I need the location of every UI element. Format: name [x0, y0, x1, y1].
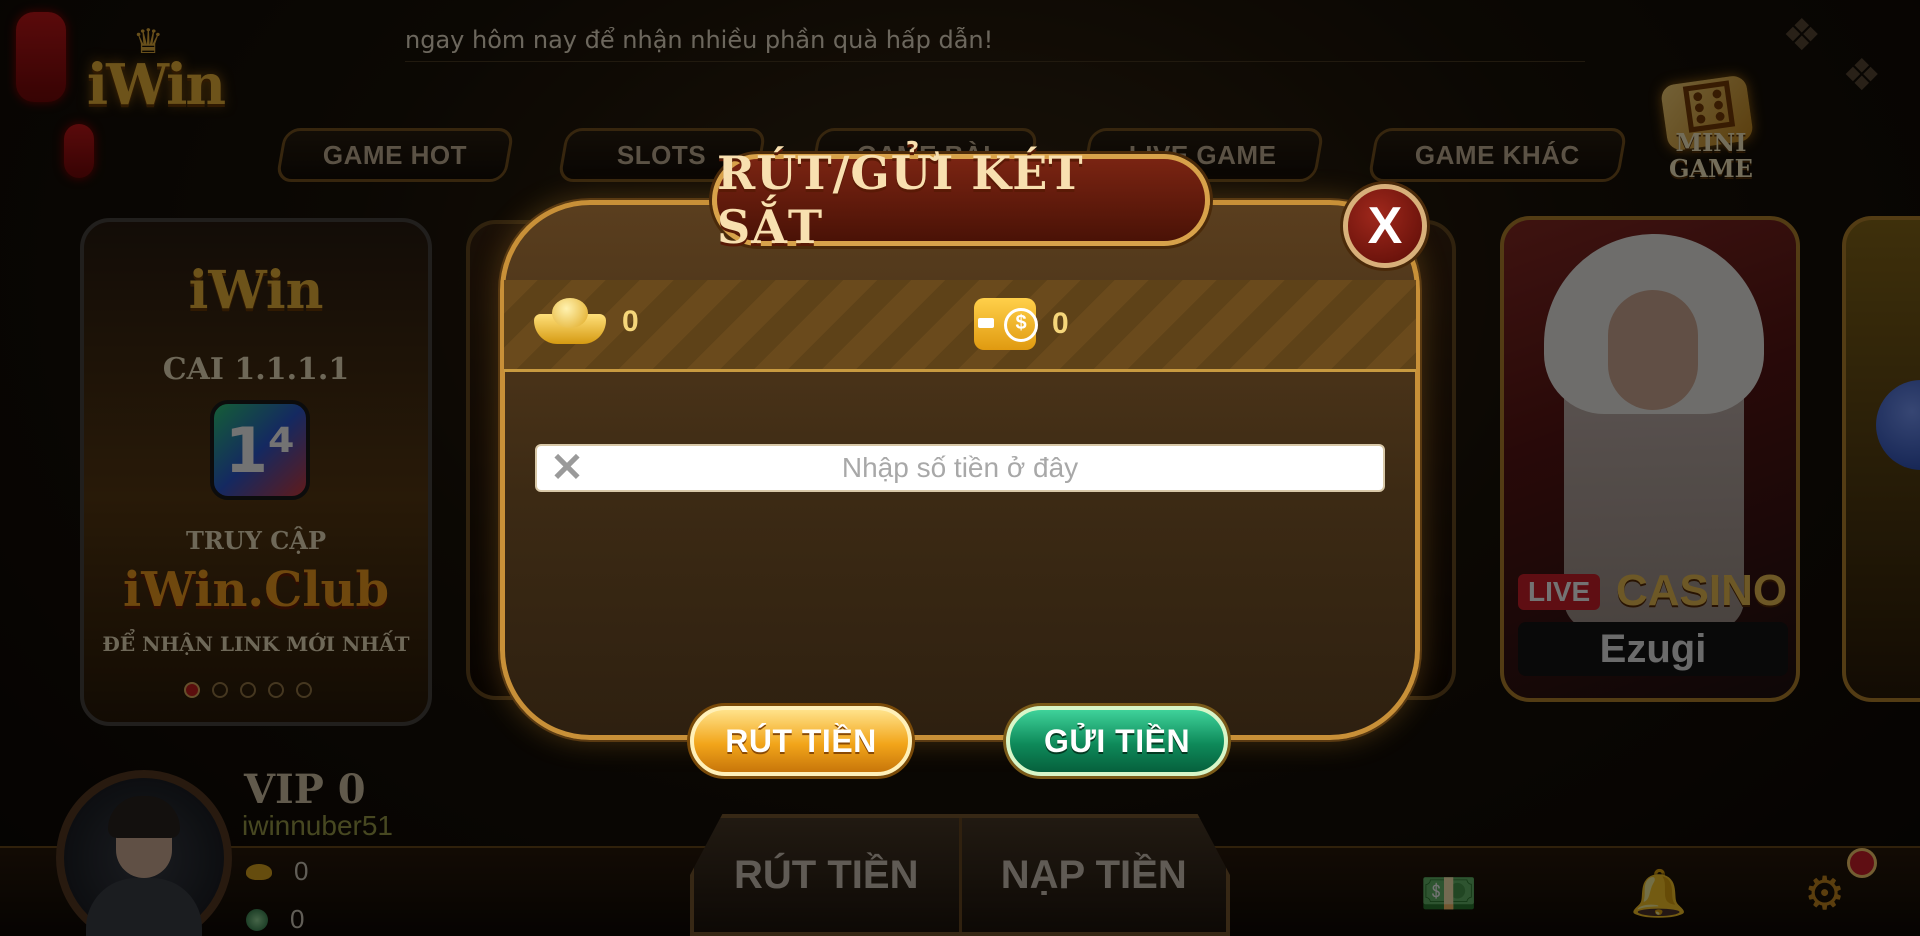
live-casino-card[interactable]: LIVE CASINO Ezugi	[1500, 216, 1800, 702]
wallet-balance-value: 0	[1052, 307, 1069, 340]
gold-balance: 0	[246, 856, 308, 887]
bottom-deposit-button[interactable]: NẠP TIỀN	[958, 818, 1227, 932]
cash-icon[interactable]: 💵	[1420, 866, 1477, 921]
clear-input-icon[interactable]: ✕	[537, 445, 597, 491]
gold-icon	[246, 863, 272, 880]
amount-input-field: ✕	[535, 444, 1385, 492]
bell-icon[interactable]: 🔔	[1630, 866, 1687, 921]
provider-label: Ezugi	[1518, 622, 1788, 676]
gem-icon	[246, 908, 268, 931]
billiard-ball-icon	[1876, 380, 1920, 470]
promo-app-badge-icon: 1⁴	[210, 400, 310, 500]
live-badge: LIVE	[1518, 574, 1601, 610]
deposit-button[interactable]: GỬI TIỀN	[1006, 706, 1228, 776]
promo-logo: iWin	[188, 260, 324, 321]
mini-game-button[interactable]: MINI GAME	[1652, 74, 1770, 190]
logo-text: iWin	[86, 52, 226, 118]
balance-strip: 0 0	[504, 280, 1416, 372]
tab-game-hot[interactable]: GAME HOT	[275, 128, 515, 182]
casino-label: CASINO	[1616, 566, 1788, 615]
promo-banner-card[interactable]: iWin CAI 1.1.1.1 1⁴ TRUY CẬP iWin.Club Đ…	[80, 218, 432, 726]
avatar-hair	[108, 796, 180, 838]
close-button[interactable]: X	[1343, 184, 1427, 268]
safe-balance: 0	[534, 298, 639, 346]
carousel-dot[interactable]	[296, 682, 312, 698]
announcement-marquee: ngay hôm nay để nhận nhiều phần quà hấp …	[405, 22, 1585, 62]
safe-balance-value: 0	[622, 305, 639, 338]
promo-line-3: ĐỂ NHẬN LINK MỚI NHẤT	[102, 632, 410, 656]
knot-decoration-icon: ❖	[1782, 10, 1822, 61]
mini-game-label-line1: MINI	[1675, 128, 1747, 157]
tab-label: GAME HOT	[323, 139, 468, 170]
tab-label: SLOTS	[617, 139, 707, 170]
modal-title: RÚT/GỬI KÉT SẮT	[717, 146, 1084, 254]
amount-input[interactable]	[597, 446, 1383, 490]
gear-icon[interactable]: ⚙	[1804, 866, 1845, 920]
bottom-withdraw-button[interactable]: RÚT TIỀN	[694, 818, 959, 932]
username: iwinnuber51	[242, 810, 393, 841]
lantern-decoration	[64, 124, 94, 178]
gem-balance-value: 0	[290, 904, 305, 934]
promo-club-name: iWin.Club	[122, 562, 390, 618]
avatar[interactable]	[56, 770, 232, 936]
bottom-action-group: RÚT TIỀN NẠP TIỀN	[690, 814, 1230, 936]
carousel-dot[interactable]	[212, 682, 228, 698]
knot-decoration-icon: ❖	[1842, 50, 1882, 101]
vip-level: VIP 0	[244, 766, 366, 813]
tab-label: GAME KHÁC	[1414, 139, 1580, 170]
mini-game-label-line2: GAME	[1669, 154, 1753, 183]
app-logo[interactable]: ♛ iWin	[78, 22, 233, 122]
mini-game-label: MINI GAME	[1652, 130, 1770, 182]
carousel-dot[interactable]	[268, 682, 284, 698]
wallet-icon	[974, 298, 1038, 350]
gem-balance: 0	[246, 904, 304, 935]
lantern-decoration	[16, 12, 66, 102]
gold-ingot-icon	[534, 298, 606, 346]
notification-badge	[1847, 848, 1877, 878]
marquee-text: ngay hôm nay để nhận nhiều phần quà hấp …	[405, 26, 994, 54]
promo-line-1: CAI 1.1.1.1	[162, 352, 350, 387]
game-card[interactable]	[1842, 216, 1920, 702]
tab-game-khac[interactable]: GAME KHÁC	[1366, 128, 1628, 182]
promo-line-2: TRUY CẬP	[186, 526, 326, 555]
withdraw-button[interactable]: RÚT TIỀN	[690, 706, 912, 776]
modal-title-plate: RÚT/GỬI KÉT SẮT	[712, 146, 1210, 254]
carousel-dot[interactable]	[240, 682, 256, 698]
carousel-dots	[184, 682, 312, 698]
avatar-suit	[86, 878, 202, 936]
carousel-dot[interactable]	[184, 682, 200, 698]
wallet-balance: 0	[974, 298, 1069, 350]
gold-balance-value: 0	[294, 856, 309, 886]
dealer-face	[1608, 290, 1698, 410]
